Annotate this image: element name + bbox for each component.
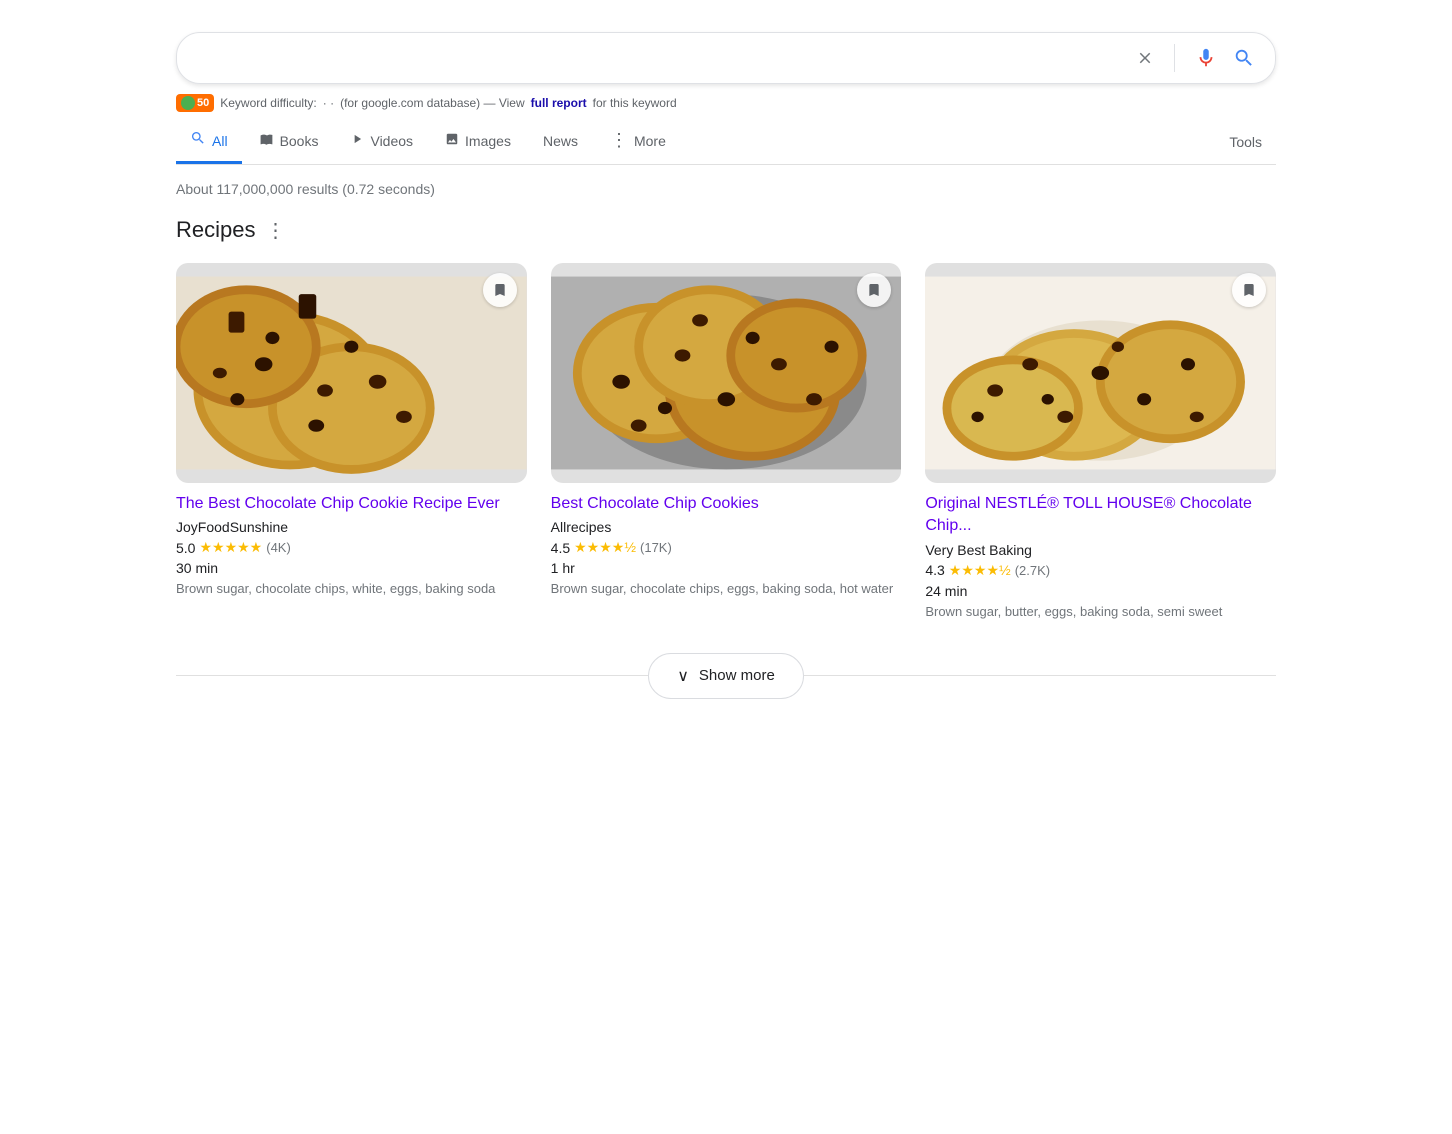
kw-text-middle: (for google.com database) — View xyxy=(340,96,525,110)
recipe-source-1: JoyFoodSunshine xyxy=(176,519,527,535)
recipes-title: Recipes xyxy=(176,217,255,243)
stars-1: ★★★★★ xyxy=(199,539,262,556)
cookie-image-3-svg xyxy=(925,263,1276,483)
show-more-line-right xyxy=(804,675,1276,676)
clear-button[interactable] xyxy=(1132,45,1158,71)
recipes-section: Recipes ⋮ xyxy=(176,217,1276,699)
keyword-badge: 50 xyxy=(176,94,214,112)
rating-count-2: (17K) xyxy=(640,540,672,555)
recipes-header: Recipes ⋮ xyxy=(176,217,1276,243)
bookmark-1[interactable] xyxy=(483,273,517,307)
recipe-time-1: 30 min xyxy=(176,560,527,576)
search-bar: chocolate chip cookie recipe xyxy=(176,32,1276,84)
videos-icon xyxy=(350,132,364,149)
tab-more[interactable]: ⋮ More xyxy=(596,120,680,164)
rating-count-3: (2.7K) xyxy=(1015,563,1050,578)
recipe-rating-2: 4.5 ★★★★½ (17K) xyxy=(551,539,902,556)
rating-count-1: (4K) xyxy=(266,540,291,555)
tab-news[interactable]: News xyxy=(529,123,592,162)
stars-3: ★★★★½ xyxy=(949,562,1011,579)
cookie-image-1-svg xyxy=(176,263,527,483)
recipe-ingredients-2: Brown sugar, chocolate chips, eggs, baki… xyxy=(551,580,902,598)
recipe-ingredients-1: Brown sugar, chocolate chips, white, egg… xyxy=(176,580,527,598)
nav-tabs: All Books Videos Images News ⋮ More xyxy=(176,120,1276,165)
recipe-rating-1: 5.0 ★★★★★ (4K) xyxy=(176,539,527,556)
badge-icon xyxy=(181,96,195,110)
voice-search-button[interactable] xyxy=(1191,43,1221,73)
divider xyxy=(1174,44,1175,72)
rating-value-2: 4.5 xyxy=(551,540,570,556)
bookmark-3[interactable] xyxy=(1232,273,1266,307)
tab-more-label: More xyxy=(634,133,666,149)
cookie-image-2-svg xyxy=(551,263,902,483)
show-more-line-left xyxy=(176,675,648,676)
stars-2: ★★★★½ xyxy=(574,539,636,556)
full-report-link[interactable]: full report xyxy=(531,96,587,110)
recipe-card-3[interactable]: Original NESTLÉ® TOLL HOUSE® Chocolate C… xyxy=(925,263,1276,621)
recipe-time-3: 24 min xyxy=(925,583,1276,599)
tab-images-label: Images xyxy=(465,133,511,149)
recipe-ingredients-3: Brown sugar, butter, eggs, baking soda, … xyxy=(925,603,1276,621)
search-input[interactable]: chocolate chip cookie recipe xyxy=(193,48,1124,69)
tab-images[interactable]: Images xyxy=(431,122,525,162)
tab-all-label: All xyxy=(212,133,228,149)
recipe-source-2: Allrecipes xyxy=(551,519,902,535)
tools-button[interactable]: Tools xyxy=(1215,124,1276,160)
nav-left: All Books Videos Images News ⋮ More xyxy=(176,120,680,164)
search-button[interactable] xyxy=(1229,43,1259,73)
recipe-image-3 xyxy=(925,263,1276,483)
books-icon xyxy=(260,132,274,149)
recipe-image-1 xyxy=(176,263,527,483)
show-more-button[interactable]: ∨ Show more xyxy=(648,653,804,699)
show-more-label: Show more xyxy=(699,667,775,684)
recipe-title-3: Original NESTLÉ® TOLL HOUSE® Chocolate C… xyxy=(925,493,1276,538)
more-dots-icon: ⋮ xyxy=(610,130,628,151)
tab-all[interactable]: All xyxy=(176,120,242,164)
chevron-down-icon: ∨ xyxy=(677,666,689,686)
tab-books-label: Books xyxy=(280,133,319,149)
results-info: About 117,000,000 results (0.72 seconds) xyxy=(176,181,1276,197)
recipe-image-2 xyxy=(551,263,902,483)
rating-value-1: 5.0 xyxy=(176,540,195,556)
tab-videos-label: Videos xyxy=(370,133,413,149)
results-count: About 117,000,000 results (0.72 seconds) xyxy=(176,181,435,197)
recipe-source-3: Very Best Baking xyxy=(925,542,1276,558)
badge-number: 50 xyxy=(197,97,209,109)
recipes-grid: The Best Chocolate Chip Cookie Recipe Ev… xyxy=(176,263,1276,621)
recipe-time-2: 1 hr xyxy=(551,560,902,576)
images-icon xyxy=(445,132,459,149)
tab-videos[interactable]: Videos xyxy=(336,122,427,162)
recipe-title-2: Best Chocolate Chip Cookies xyxy=(551,493,902,515)
kw-text-after: for this keyword xyxy=(593,96,677,110)
kw-text-before: Keyword difficulty: xyxy=(220,96,317,110)
keyword-difficulty-bar: 50 Keyword difficulty: · · (for google.c… xyxy=(176,94,1276,112)
kw-dots: · · xyxy=(323,96,334,110)
tab-news-label: News xyxy=(543,133,578,149)
recipe-title-1: The Best Chocolate Chip Cookie Recipe Ev… xyxy=(176,493,527,515)
search-icon xyxy=(190,130,206,151)
rating-value-3: 4.3 xyxy=(925,562,944,578)
show-more-container: ∨ Show more xyxy=(176,653,1276,699)
recipe-card-1[interactable]: The Best Chocolate Chip Cookie Recipe Ev… xyxy=(176,263,527,621)
recipe-rating-3: 4.3 ★★★★½ (2.7K) xyxy=(925,562,1276,579)
tab-books[interactable]: Books xyxy=(246,122,333,162)
recipes-more-options[interactable]: ⋮ xyxy=(265,218,287,243)
recipe-card-2[interactable]: Best Chocolate Chip Cookies Allrecipes 4… xyxy=(551,263,902,621)
